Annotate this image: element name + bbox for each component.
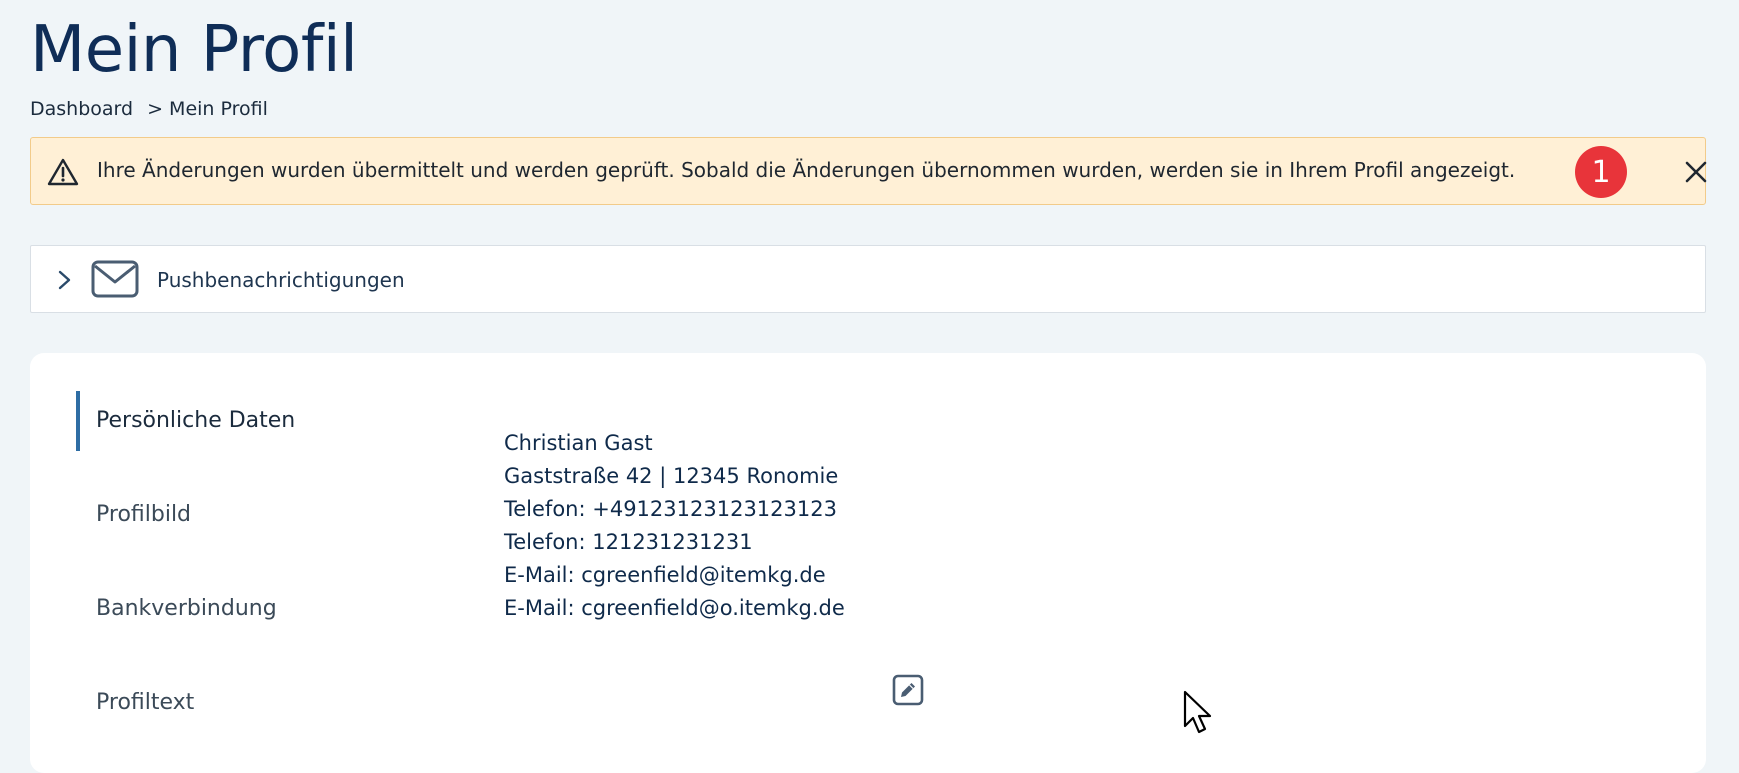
breadcrumb-current: > Mein Profil <box>147 98 268 120</box>
profile-side-nav: Persönliche Daten Profilbild Bankverbind… <box>76 391 396 767</box>
push-notifications-accordion[interactable]: Pushbenachrichtigungen <box>30 245 1706 313</box>
profile-card: Persönliche Daten Profilbild Bankverbind… <box>30 353 1706 773</box>
person-phone-1: Telefon: +4912312312312312​3 <box>504 497 837 521</box>
nav-item-bank-details[interactable]: Bankverbindung <box>76 579 396 639</box>
notification-badge: 1 <box>1575 146 1627 198</box>
nav-item-profile-text[interactable]: Profiltext <box>76 673 396 733</box>
alert-banner: Ihre Änderungen wurden übermittelt und w… <box>30 137 1707 205</box>
person-address: Gaststraße 42 | 12345 Ronomie <box>504 464 839 488</box>
nav-item-profile-picture[interactable]: Profilbild <box>76 485 396 545</box>
nav-item-label: Bankverbindung <box>96 596 277 621</box>
nav-item-personal-data[interactable]: Persönliche Daten <box>76 391 396 451</box>
person-email-2: E-Mail: cgreenfield@o.itemkg.de <box>504 596 845 620</box>
nav-item-label: Persönliche Daten <box>96 408 296 433</box>
edit-icon[interactable] <box>892 674 924 706</box>
nav-item-label: Profilbild <box>96 502 192 527</box>
breadcrumb-dashboard[interactable]: Dashboard <box>30 98 133 120</box>
person-phone-2: Telefon: 121231231231 <box>504 530 753 554</box>
person-name: Christian Gast <box>504 431 653 455</box>
close-icon[interactable] <box>1681 157 1711 187</box>
page-title: Mein Profil <box>30 13 358 87</box>
accordion-label: Pushbenachrichtigungen <box>157 268 405 292</box>
warning-icon <box>47 158 79 186</box>
person-email-1: E-Mail: cgreenfield@itemkg.de <box>504 563 826 587</box>
personal-details: Christian Gast Gaststraße 42 | 12345 Ron… <box>504 427 845 625</box>
breadcrumb: Dashboard > Mein Profil <box>30 98 268 120</box>
envelope-icon <box>91 260 139 298</box>
nav-item-label: Profiltext <box>96 690 195 715</box>
alert-message: Ihre Änderungen wurden übermittelt und w… <box>97 158 1516 182</box>
chevron-right-icon <box>58 270 71 290</box>
